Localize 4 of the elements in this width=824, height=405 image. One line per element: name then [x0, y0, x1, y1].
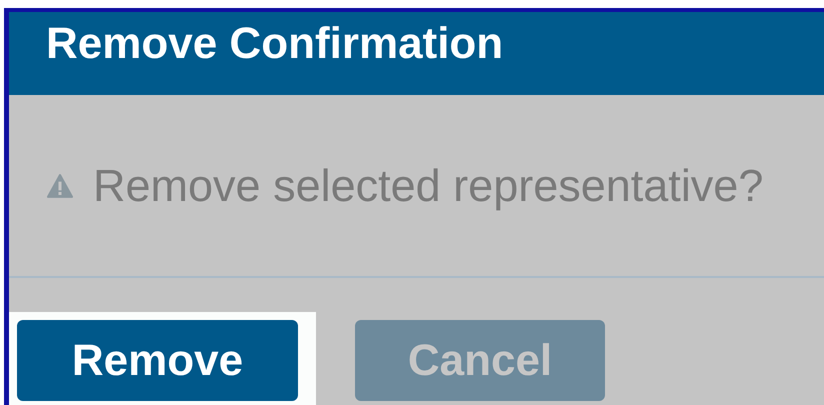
- dialog-title: Remove Confirmation: [46, 18, 504, 70]
- message-text: Remove selected representative?: [93, 160, 764, 212]
- dialog-button[interactable]: Remove: [17, 320, 298, 401]
- warning-icon: [47, 174, 73, 198]
